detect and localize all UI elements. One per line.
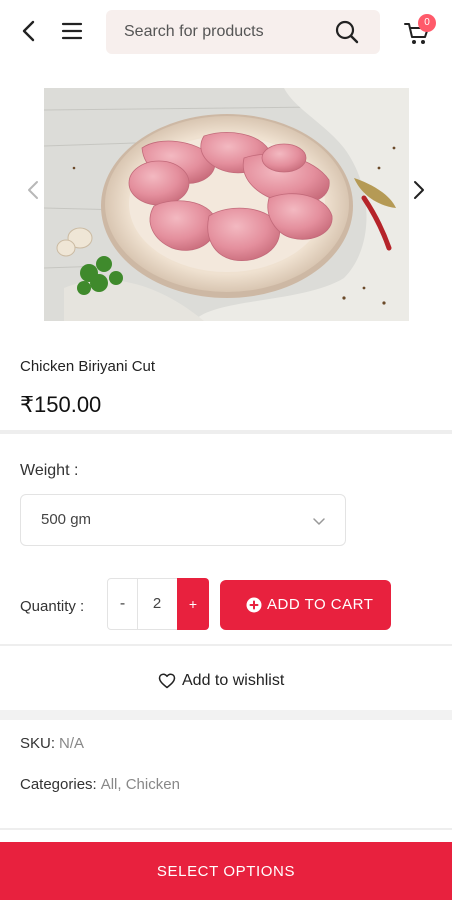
cart-count-badge: 0: [418, 14, 436, 32]
select-options-button[interactable]: SELECT OPTIONS: [0, 842, 452, 900]
back-button[interactable]: [18, 18, 42, 44]
add-to-cart-button[interactable]: ADD TO CART: [220, 580, 391, 630]
add-to-cart-label: ADD TO CART: [267, 596, 374, 613]
categories-key: Categories:: [20, 776, 97, 793]
product-title: Chicken Biriyani Cut: [20, 358, 156, 375]
back-arrow-icon: [22, 20, 35, 42]
divider: [0, 828, 452, 830]
quantity-increment-button[interactable]: +: [177, 578, 209, 630]
weight-label: Weight :: [20, 462, 79, 479]
quantity-decrement-button[interactable]: -: [108, 579, 138, 629]
chevron-down-icon: [313, 518, 325, 525]
menu-icon: [61, 22, 83, 40]
quantity-value[interactable]: 2: [138, 579, 176, 629]
chevron-left-icon[interactable]: [24, 178, 42, 202]
categories-row: Categories: All, Chicken: [20, 776, 180, 793]
chevron-right-icon[interactable]: [410, 178, 428, 202]
product-image: [44, 88, 409, 321]
plus-circle-icon: [246, 597, 262, 613]
heart-icon: [158, 673, 176, 689]
weight-select[interactable]: 500 gm: [20, 494, 346, 546]
app-header: 0: [0, 0, 452, 64]
wishlist-label: Add to wishlist: [182, 672, 285, 689]
divider: [0, 710, 452, 720]
quantity-stepper: - 2 +: [107, 578, 209, 630]
sku-row: SKU: N/A: [20, 735, 84, 752]
divider: [0, 430, 452, 434]
categories-value[interactable]: All, Chicken: [101, 776, 180, 793]
sku-value: N/A: [59, 735, 85, 752]
weight-selected-value: 500 gm: [41, 511, 92, 528]
search-bar[interactable]: [106, 10, 380, 54]
product-price: ₹150.00: [20, 392, 102, 417]
sku-key: SKU:: [20, 735, 56, 752]
divider: [0, 644, 452, 646]
quantity-label: Quantity :: [20, 598, 85, 615]
search-icon[interactable]: [334, 19, 360, 45]
search-input[interactable]: [124, 22, 324, 42]
menu-button[interactable]: [60, 20, 84, 42]
